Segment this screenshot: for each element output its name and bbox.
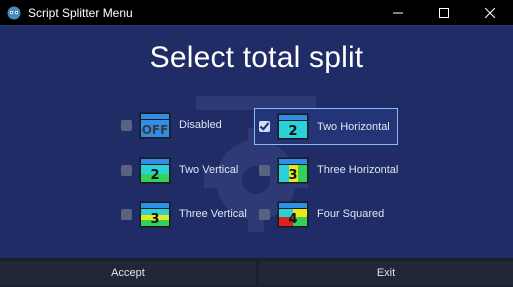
- title-bar: Script Splitter Menu: [0, 0, 513, 25]
- split-two-vertical-icon: 2: [139, 157, 171, 183]
- option-disabled[interactable]: OFF Disabled: [117, 108, 247, 142]
- thumb-text: 3: [288, 168, 297, 183]
- main-panel: Select total split OFF Disabled 2 Two Ho…: [0, 25, 513, 258]
- maximize-icon: [439, 7, 449, 18]
- split-four-squared-icon: 4: [277, 201, 309, 227]
- option-label: Two Horizontal: [317, 120, 390, 133]
- split-three-vertical-icon: 3: [139, 201, 171, 227]
- app-gear-icon: [7, 6, 21, 19]
- thumb-text: 2: [288, 124, 297, 139]
- minimize-button[interactable]: [375, 0, 421, 25]
- thumb-text: 3: [150, 212, 159, 227]
- option-two-horizontal[interactable]: 2 Two Horizontal: [254, 108, 398, 145]
- option-four-squared[interactable]: 4 Four Squared: [255, 197, 395, 231]
- maximize-button[interactable]: [421, 0, 467, 25]
- option-three-vertical[interactable]: 3 Three Vertical: [117, 197, 252, 231]
- thumb-text: OFF: [142, 123, 169, 137]
- split-off-icon: OFF: [139, 112, 171, 138]
- option-label: Three Vertical: [179, 208, 247, 220]
- option-label: Four Squared: [317, 208, 385, 220]
- checkbox[interactable]: [259, 164, 270, 176]
- option-two-vertical[interactable]: 2 Two Vertical: [117, 153, 247, 187]
- close-button[interactable]: [467, 0, 513, 25]
- checkbox[interactable]: [121, 164, 132, 176]
- accept-button[interactable]: Accept: [0, 261, 256, 285]
- option-label: Disabled: [179, 119, 222, 131]
- checkbox[interactable]: [259, 121, 270, 132]
- option-three-horizontal[interactable]: 3 Three Horizontal: [255, 153, 400, 187]
- exit-button[interactable]: Exit: [259, 261, 513, 285]
- window-title: Script Splitter Menu: [28, 5, 133, 20]
- split-three-horizontal-icon: 3: [277, 157, 309, 183]
- checkbox[interactable]: [121, 119, 132, 131]
- minimize-icon: [393, 12, 403, 13]
- page-title: Select total split: [149, 41, 364, 74]
- close-icon: [485, 7, 495, 18]
- option-label: Two Vertical: [179, 164, 239, 176]
- thumb-text: 4: [288, 212, 297, 227]
- thumb-text: 2: [150, 168, 159, 183]
- checkbox[interactable]: [121, 208, 132, 220]
- split-two-horizontal-icon: 2: [277, 113, 309, 140]
- button-bar: Accept Exit: [0, 258, 513, 287]
- option-label: Three Horizontal: [317, 164, 399, 176]
- checkbox[interactable]: [259, 208, 270, 220]
